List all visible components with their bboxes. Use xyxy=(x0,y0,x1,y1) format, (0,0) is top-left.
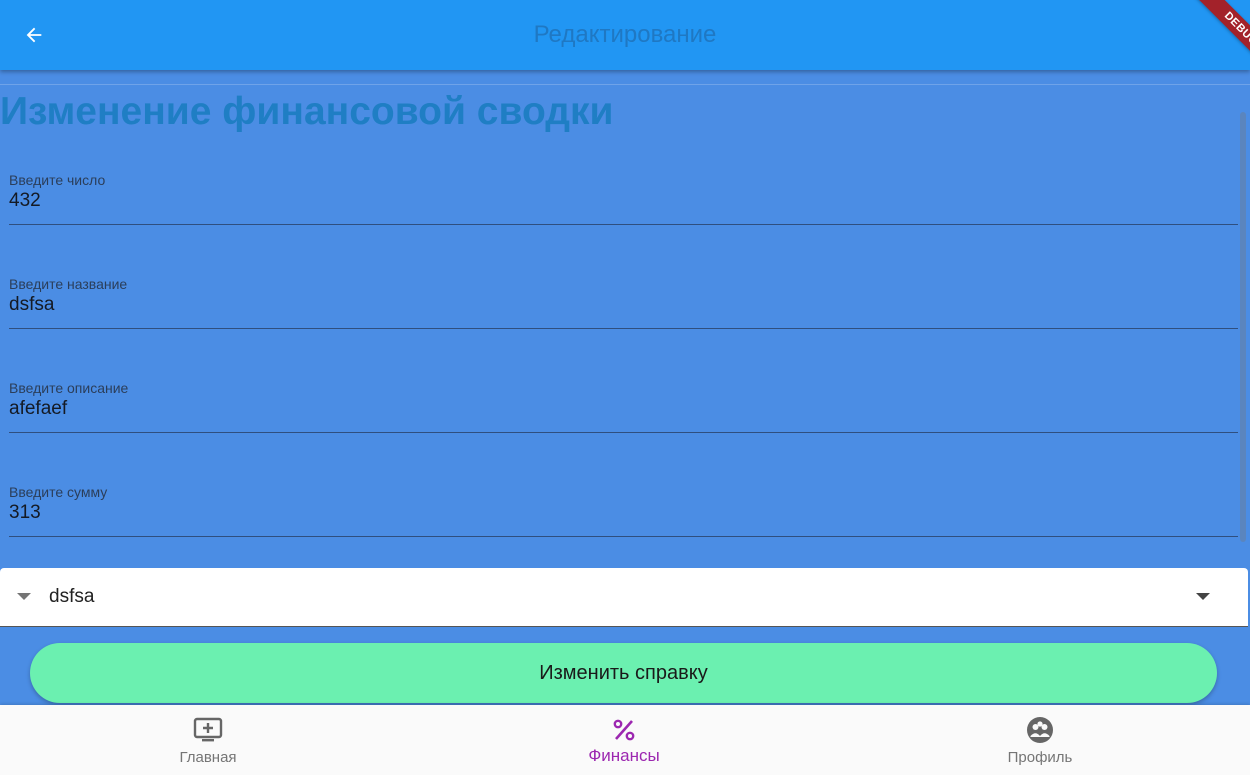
form-container: Изменение финансовой сводки Введите числ… xyxy=(0,70,1250,705)
nav-label-finance: Финансы xyxy=(588,746,660,765)
name-field-value[interactable]: dsfsa xyxy=(9,294,1238,316)
page-title: Редактирование xyxy=(533,21,717,48)
amount-field-value[interactable]: 313 xyxy=(9,502,1238,524)
description-field-label: Введите описание xyxy=(9,380,129,396)
chevron-down-icon xyxy=(1196,593,1210,600)
scrollbar[interactable] xyxy=(1240,112,1246,542)
nav-label-home: Главная xyxy=(179,749,237,766)
description-field[interactable]: Введите описание afefaef xyxy=(9,380,1238,433)
arrow-drop-down-icon xyxy=(17,593,31,600)
divider xyxy=(0,84,1250,85)
submit-button[interactable]: Изменить справку xyxy=(30,643,1217,703)
nav-item-finance[interactable]: Финансы xyxy=(416,705,832,775)
nav-label-profile: Профиль xyxy=(1007,749,1073,766)
bottom-navigation: Главная Финансы Профиль xyxy=(0,705,1250,775)
dropdown-selected-value: dsfsa xyxy=(49,586,95,607)
amount-field[interactable]: Введите сумму 313 xyxy=(9,484,1238,537)
name-field-label: Введите название xyxy=(9,276,128,292)
percent-icon xyxy=(609,717,639,743)
number-field-value[interactable]: 432 xyxy=(9,190,1238,212)
group-icon xyxy=(1025,717,1055,743)
app-bar: Редактирование xyxy=(0,0,1250,70)
number-field[interactable]: Введите число 432 xyxy=(9,172,1238,225)
nav-item-home[interactable]: Главная xyxy=(0,705,416,775)
nav-item-profile[interactable]: Профиль xyxy=(832,705,1248,775)
description-field-value[interactable]: afefaef xyxy=(9,398,1238,420)
amount-field-label: Введите сумму xyxy=(9,484,108,500)
add-to-queue-icon xyxy=(193,717,223,743)
debug-ribbon-label: DEBUG xyxy=(1195,0,1250,75)
category-dropdown[interactable]: dsfsa xyxy=(0,568,1248,627)
form-heading: Изменение финансовой сводки xyxy=(0,90,614,133)
debug-banner: DEBUG xyxy=(1170,0,1250,80)
name-field[interactable]: Введите название dsfsa xyxy=(9,276,1238,329)
submit-button-label: Изменить справку xyxy=(539,661,708,684)
number-field-label: Введите число xyxy=(9,172,106,188)
